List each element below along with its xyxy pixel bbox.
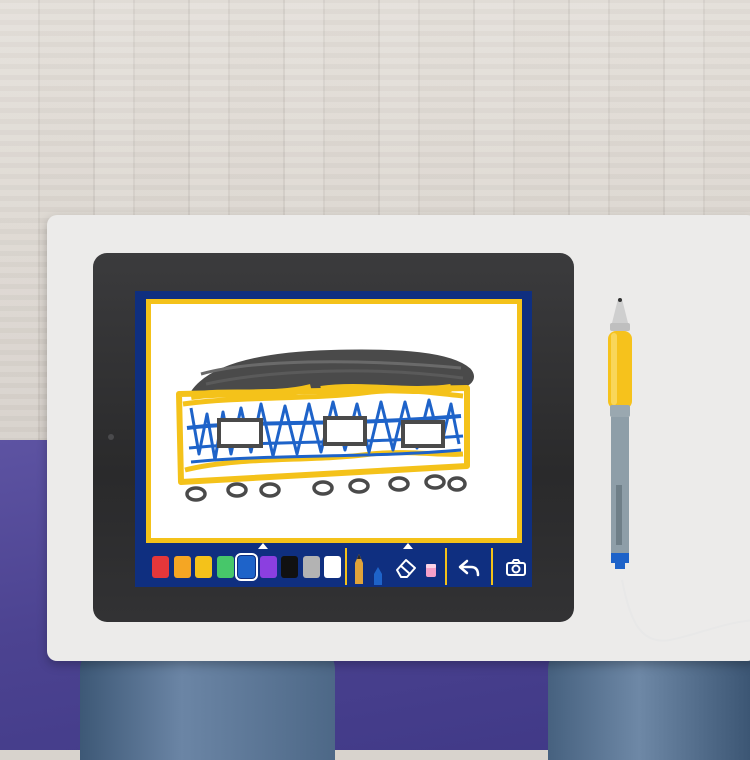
undo-icon[interactable] bbox=[458, 559, 480, 577]
color-swatch-yellow[interactable] bbox=[195, 556, 212, 578]
color-swatch-purple[interactable] bbox=[259, 556, 277, 578]
toolbar-separator bbox=[445, 548, 447, 585]
camera-dot bbox=[108, 434, 114, 440]
color-swatch-gray[interactable] bbox=[302, 556, 320, 578]
pink-eraser-icon[interactable] bbox=[424, 562, 438, 578]
color-swatch-black[interactable] bbox=[281, 556, 298, 578]
stylus-tether bbox=[621, 579, 750, 642]
color-swatch-white[interactable] bbox=[324, 556, 341, 578]
color-swatch-red[interactable] bbox=[152, 556, 169, 578]
camera-icon[interactable] bbox=[505, 559, 527, 577]
marker-icon[interactable] bbox=[372, 566, 384, 586]
toolbar-separator bbox=[491, 548, 493, 585]
palette-caret bbox=[258, 543, 268, 549]
tools-caret bbox=[403, 543, 413, 549]
color-swatch-green[interactable] bbox=[216, 556, 234, 578]
eraser-icon[interactable] bbox=[393, 556, 419, 580]
color-swatch-blue[interactable] bbox=[235, 553, 258, 581]
color-swatch-orange[interactable] bbox=[173, 556, 191, 578]
pencil-icon[interactable] bbox=[352, 553, 366, 585]
train-drawing bbox=[176, 349, 474, 502]
toolbar-separator bbox=[345, 548, 347, 585]
stylus-pen bbox=[608, 298, 632, 569]
